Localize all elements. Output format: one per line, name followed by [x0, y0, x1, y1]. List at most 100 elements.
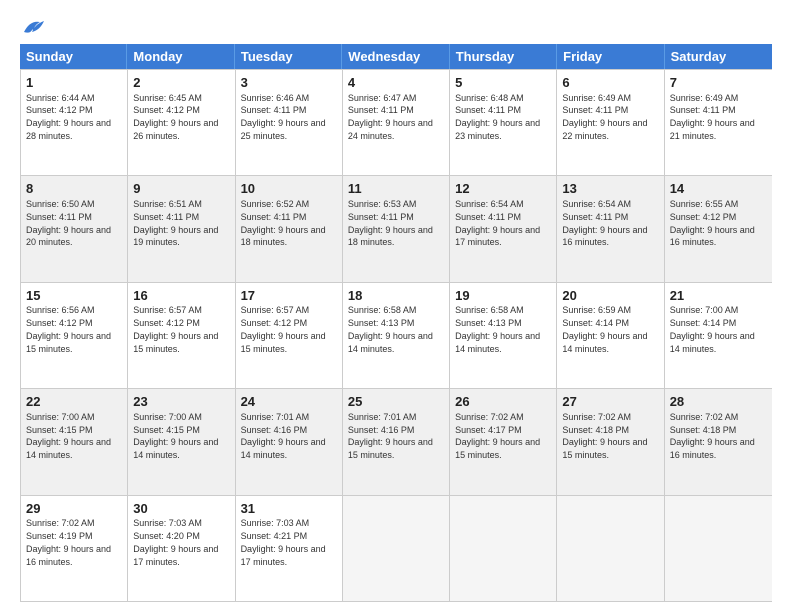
- cal-cell: 18Sunrise: 6:58 AM Sunset: 4:13 PM Dayli…: [343, 283, 450, 388]
- calendar: SundayMondayTuesdayWednesdayThursdayFrid…: [20, 44, 772, 602]
- logo: [20, 18, 44, 36]
- cell-info: Sunrise: 6:57 AM Sunset: 4:12 PM Dayligh…: [241, 305, 326, 353]
- cal-cell: 25Sunrise: 7:01 AM Sunset: 4:16 PM Dayli…: [343, 389, 450, 494]
- cal-cell: [343, 496, 450, 601]
- cell-info: Sunrise: 6:44 AM Sunset: 4:12 PM Dayligh…: [26, 93, 111, 141]
- logo-bird-icon: [22, 18, 44, 36]
- cal-cell: [557, 496, 664, 601]
- day-number: 4: [348, 74, 444, 92]
- cell-info: Sunrise: 7:00 AM Sunset: 4:15 PM Dayligh…: [133, 412, 218, 460]
- cal-cell: 23Sunrise: 7:00 AM Sunset: 4:15 PM Dayli…: [128, 389, 235, 494]
- cal-cell: 13Sunrise: 6:54 AM Sunset: 4:11 PM Dayli…: [557, 176, 664, 281]
- cal-cell: 28Sunrise: 7:02 AM Sunset: 4:18 PM Dayli…: [665, 389, 772, 494]
- header-day-saturday: Saturday: [665, 44, 772, 69]
- cell-info: Sunrise: 6:50 AM Sunset: 4:11 PM Dayligh…: [26, 199, 111, 247]
- header: [20, 18, 772, 36]
- cal-cell: 3Sunrise: 6:46 AM Sunset: 4:11 PM Daylig…: [236, 70, 343, 175]
- day-number: 21: [670, 287, 767, 305]
- cell-info: Sunrise: 6:45 AM Sunset: 4:12 PM Dayligh…: [133, 93, 218, 141]
- cell-info: Sunrise: 7:02 AM Sunset: 4:17 PM Dayligh…: [455, 412, 540, 460]
- day-number: 30: [133, 500, 229, 518]
- day-number: 26: [455, 393, 551, 411]
- day-number: 23: [133, 393, 229, 411]
- cell-info: Sunrise: 6:58 AM Sunset: 4:13 PM Dayligh…: [348, 305, 433, 353]
- cal-cell: 8Sunrise: 6:50 AM Sunset: 4:11 PM Daylig…: [21, 176, 128, 281]
- cal-cell: 31Sunrise: 7:03 AM Sunset: 4:21 PM Dayli…: [236, 496, 343, 601]
- day-number: 6: [562, 74, 658, 92]
- day-number: 2: [133, 74, 229, 92]
- day-number: 19: [455, 287, 551, 305]
- cell-info: Sunrise: 7:03 AM Sunset: 4:20 PM Dayligh…: [133, 518, 218, 566]
- cal-cell: 10Sunrise: 6:52 AM Sunset: 4:11 PM Dayli…: [236, 176, 343, 281]
- cal-cell: 12Sunrise: 6:54 AM Sunset: 4:11 PM Dayli…: [450, 176, 557, 281]
- calendar-header: SundayMondayTuesdayWednesdayThursdayFrid…: [20, 44, 772, 69]
- day-number: 16: [133, 287, 229, 305]
- cell-info: Sunrise: 7:01 AM Sunset: 4:16 PM Dayligh…: [241, 412, 326, 460]
- cal-cell: 14Sunrise: 6:55 AM Sunset: 4:12 PM Dayli…: [665, 176, 772, 281]
- cal-cell: 1Sunrise: 6:44 AM Sunset: 4:12 PM Daylig…: [21, 70, 128, 175]
- cal-cell: [665, 496, 772, 601]
- cal-cell: 15Sunrise: 6:56 AM Sunset: 4:12 PM Dayli…: [21, 283, 128, 388]
- day-number: 12: [455, 180, 551, 198]
- cal-cell: 29Sunrise: 7:02 AM Sunset: 4:19 PM Dayli…: [21, 496, 128, 601]
- cell-info: Sunrise: 6:51 AM Sunset: 4:11 PM Dayligh…: [133, 199, 218, 247]
- cell-info: Sunrise: 7:02 AM Sunset: 4:19 PM Dayligh…: [26, 518, 111, 566]
- cal-cell: 9Sunrise: 6:51 AM Sunset: 4:11 PM Daylig…: [128, 176, 235, 281]
- header-day-tuesday: Tuesday: [235, 44, 342, 69]
- day-number: 28: [670, 393, 767, 411]
- cell-info: Sunrise: 7:02 AM Sunset: 4:18 PM Dayligh…: [562, 412, 647, 460]
- cell-info: Sunrise: 6:56 AM Sunset: 4:12 PM Dayligh…: [26, 305, 111, 353]
- week-row-4: 22Sunrise: 7:00 AM Sunset: 4:15 PM Dayli…: [21, 388, 772, 494]
- day-number: 8: [26, 180, 122, 198]
- day-number: 22: [26, 393, 122, 411]
- cal-cell: 17Sunrise: 6:57 AM Sunset: 4:12 PM Dayli…: [236, 283, 343, 388]
- cell-info: Sunrise: 6:49 AM Sunset: 4:11 PM Dayligh…: [562, 93, 647, 141]
- cal-cell: 5Sunrise: 6:48 AM Sunset: 4:11 PM Daylig…: [450, 70, 557, 175]
- cell-info: Sunrise: 7:03 AM Sunset: 4:21 PM Dayligh…: [241, 518, 326, 566]
- cell-info: Sunrise: 7:00 AM Sunset: 4:15 PM Dayligh…: [26, 412, 111, 460]
- day-number: 11: [348, 180, 444, 198]
- day-number: 13: [562, 180, 658, 198]
- day-number: 15: [26, 287, 122, 305]
- cell-info: Sunrise: 6:59 AM Sunset: 4:14 PM Dayligh…: [562, 305, 647, 353]
- cell-info: Sunrise: 6:58 AM Sunset: 4:13 PM Dayligh…: [455, 305, 540, 353]
- header-day-sunday: Sunday: [20, 44, 127, 69]
- day-number: 5: [455, 74, 551, 92]
- cal-cell: 19Sunrise: 6:58 AM Sunset: 4:13 PM Dayli…: [450, 283, 557, 388]
- cal-cell: 6Sunrise: 6:49 AM Sunset: 4:11 PM Daylig…: [557, 70, 664, 175]
- cell-info: Sunrise: 7:01 AM Sunset: 4:16 PM Dayligh…: [348, 412, 433, 460]
- day-number: 31: [241, 500, 337, 518]
- day-number: 9: [133, 180, 229, 198]
- cal-cell: 11Sunrise: 6:53 AM Sunset: 4:11 PM Dayli…: [343, 176, 450, 281]
- calendar-body: 1Sunrise: 6:44 AM Sunset: 4:12 PM Daylig…: [20, 69, 772, 602]
- day-number: 18: [348, 287, 444, 305]
- day-number: 29: [26, 500, 122, 518]
- cal-cell: 7Sunrise: 6:49 AM Sunset: 4:11 PM Daylig…: [665, 70, 772, 175]
- cal-cell: 4Sunrise: 6:47 AM Sunset: 4:11 PM Daylig…: [343, 70, 450, 175]
- week-row-1: 1Sunrise: 6:44 AM Sunset: 4:12 PM Daylig…: [21, 69, 772, 175]
- day-number: 24: [241, 393, 337, 411]
- week-row-2: 8Sunrise: 6:50 AM Sunset: 4:11 PM Daylig…: [21, 175, 772, 281]
- day-number: 25: [348, 393, 444, 411]
- day-number: 14: [670, 180, 767, 198]
- day-number: 1: [26, 74, 122, 92]
- cell-info: Sunrise: 6:55 AM Sunset: 4:12 PM Dayligh…: [670, 199, 755, 247]
- cell-info: Sunrise: 6:57 AM Sunset: 4:12 PM Dayligh…: [133, 305, 218, 353]
- day-number: 20: [562, 287, 658, 305]
- cell-info: Sunrise: 7:02 AM Sunset: 4:18 PM Dayligh…: [670, 412, 755, 460]
- cal-cell: 26Sunrise: 7:02 AM Sunset: 4:17 PM Dayli…: [450, 389, 557, 494]
- week-row-5: 29Sunrise: 7:02 AM Sunset: 4:19 PM Dayli…: [21, 495, 772, 601]
- week-row-3: 15Sunrise: 6:56 AM Sunset: 4:12 PM Dayli…: [21, 282, 772, 388]
- cal-cell: 27Sunrise: 7:02 AM Sunset: 4:18 PM Dayli…: [557, 389, 664, 494]
- cell-info: Sunrise: 6:49 AM Sunset: 4:11 PM Dayligh…: [670, 93, 755, 141]
- day-number: 17: [241, 287, 337, 305]
- cal-cell: 30Sunrise: 7:03 AM Sunset: 4:20 PM Dayli…: [128, 496, 235, 601]
- page: SundayMondayTuesdayWednesdayThursdayFrid…: [0, 0, 792, 612]
- day-number: 10: [241, 180, 337, 198]
- cell-info: Sunrise: 6:46 AM Sunset: 4:11 PM Dayligh…: [241, 93, 326, 141]
- header-day-friday: Friday: [557, 44, 664, 69]
- header-day-monday: Monday: [127, 44, 234, 69]
- cal-cell: 16Sunrise: 6:57 AM Sunset: 4:12 PM Dayli…: [128, 283, 235, 388]
- cal-cell: [450, 496, 557, 601]
- cell-info: Sunrise: 6:54 AM Sunset: 4:11 PM Dayligh…: [455, 199, 540, 247]
